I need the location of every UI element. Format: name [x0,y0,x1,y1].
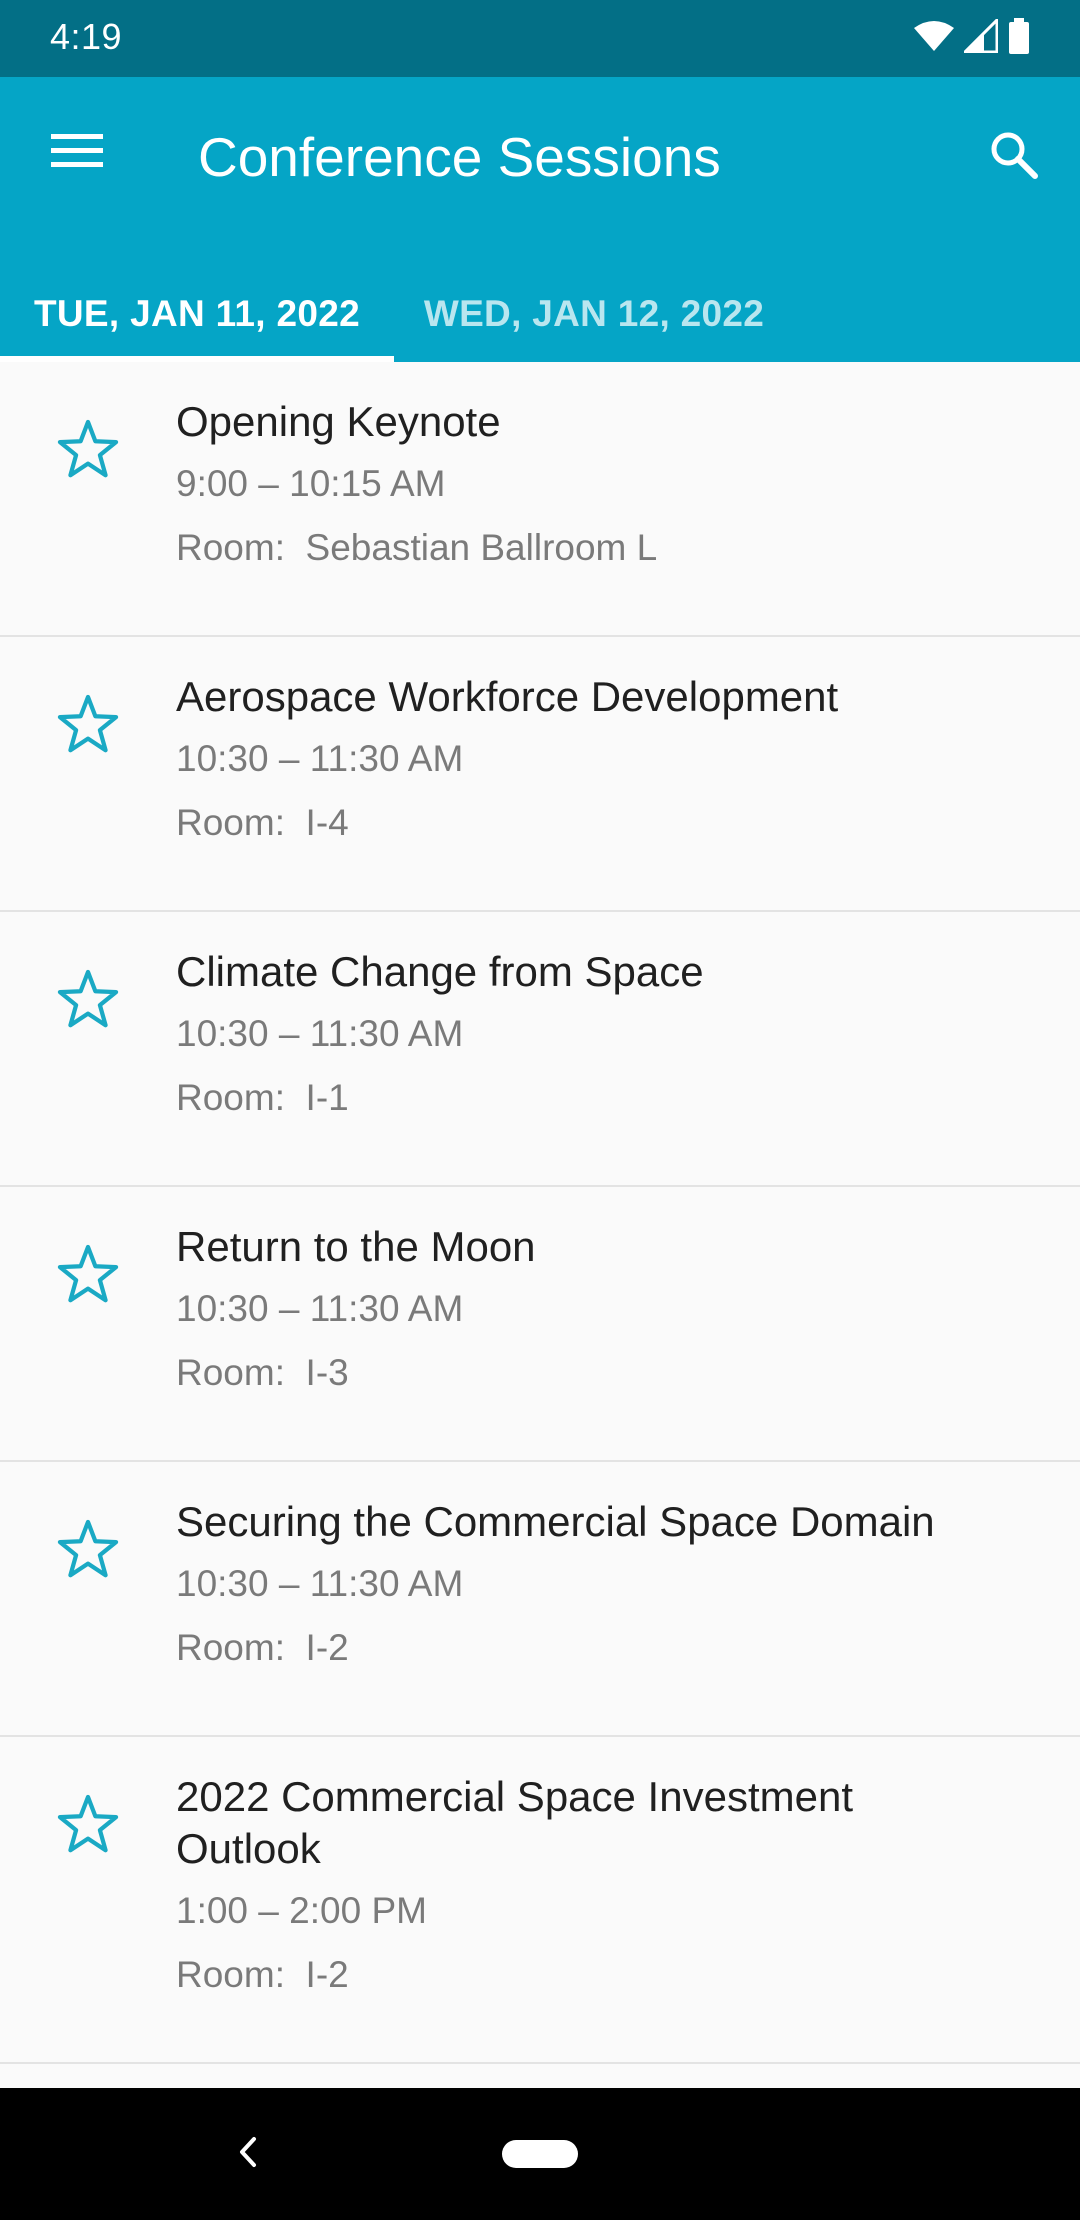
session-item[interactable]: Climate Change from Space 10:30 – 11:30 … [0,912,1080,1187]
session-details: Securing the Commercial Space Domain 10:… [176,1496,1040,1670]
star-outline-icon [54,1517,122,1588]
session-time: 1:00 – 2:00 PM [176,1890,427,1931]
status-bar: 4:19 [0,0,1080,77]
session-list[interactable]: Opening Keynote 9:00 – 10:15 AM Room: Se… [0,362,1080,2088]
favorite-star-button[interactable] [48,962,128,1042]
battery-icon [1008,17,1030,59]
app-bar: Conference Sessions TUE, JAN 11, 2022 WE… [0,77,1080,362]
star-outline-icon [54,1242,122,1313]
session-time: 10:30 – 11:30 AM [176,738,464,779]
favorite-star-button[interactable] [48,1512,128,1592]
star-outline-icon [54,417,122,488]
favorite-star-button[interactable] [48,412,128,492]
back-button[interactable] [218,2124,278,2184]
session-time: 10:30 – 11:30 AM [176,1288,464,1329]
session-time: 9:00 – 10:15 AM [176,463,446,504]
session-item[interactable]: Return to the Moon 10:30 – 11:30 AM Room… [0,1187,1080,1462]
session-item[interactable]: Aerospace Workforce Development 10:30 – … [0,637,1080,912]
session-room: Room: Sebastian Ballroom L [176,527,658,568]
search-icon [989,130,1039,185]
session-item[interactable]: 2022 Commercial Space Investment Outlook… [0,1737,1080,2064]
session-time: 10:30 – 11:30 AM [176,1013,464,1054]
page-title: Conference Sessions [198,126,721,188]
session-details: Return to the Moon 10:30 – 11:30 AM Room… [176,1221,1040,1395]
star-outline-icon [54,692,122,763]
session-details: Opening Keynote 9:00 – 10:15 AM Room: Se… [176,396,1040,570]
star-outline-icon [54,1792,122,1863]
session-title: Aerospace Workforce Development [176,673,839,720]
session-title: 2022 Commercial Space Investment Outlook [176,1773,853,1872]
home-pill-icon[interactable] [502,2140,578,2168]
back-chevron-icon [236,2135,260,2174]
session-title: Climate Change from Space [176,948,704,995]
date-tabs: TUE, JAN 11, 2022 WED, JAN 12, 2022 [0,265,1080,362]
session-item[interactable]: Securing the Commercial Space Domain 10:… [0,1462,1080,1737]
wifi-icon [914,20,954,57]
session-details: Aerospace Workforce Development 10:30 – … [176,671,1040,845]
menu-button[interactable] [40,123,114,183]
session-title: Opening Keynote [176,398,501,445]
status-icons [914,15,1030,59]
menu-icon [51,132,103,175]
signal-icon [961,15,999,58]
search-button[interactable] [978,121,1050,193]
system-nav-bar [0,2088,1080,2220]
session-title: Return to the Moon [176,1223,536,1270]
tab-wed-jan-12[interactable]: WED, JAN 12, 2022 [394,265,794,362]
session-item[interactable]: Opening Keynote 9:00 – 10:15 AM Room: Se… [0,362,1080,637]
tab-tue-jan-11[interactable]: TUE, JAN 11, 2022 [0,265,394,362]
session-details: Climate Change from Space 10:30 – 11:30 … [176,946,1040,1120]
session-time: 10:30 – 11:30 AM [176,1563,464,1604]
status-time: 4:19 [50,16,123,57]
session-title: Securing the Commercial Space Domain [176,1498,935,1545]
favorite-star-button[interactable] [48,1237,128,1317]
favorite-star-button[interactable] [48,1787,128,1867]
session-room: Room: I-4 [176,802,349,843]
star-outline-icon [54,967,122,1038]
session-details: 2022 Commercial Space Investment Outlook… [176,1771,970,1997]
session-room: Room: I-2 [176,1627,349,1668]
session-room: Room: I-3 [176,1352,349,1393]
session-room: Room: I-2 [176,1954,349,1995]
session-room: Room: I-1 [176,1077,349,1118]
favorite-star-button[interactable] [48,687,128,767]
